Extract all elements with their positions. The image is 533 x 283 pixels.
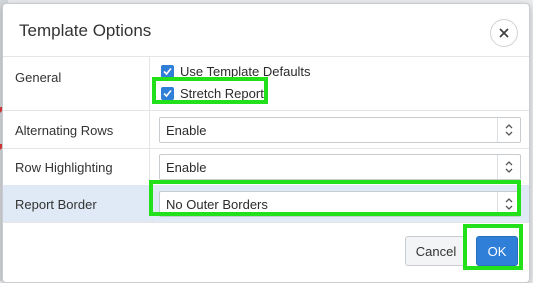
- row-highlighting-label: Row Highlighting: [15, 160, 113, 175]
- general-row: General Use Template Defaults Stretch Re…: [3, 56, 529, 111]
- column-divider: [149, 111, 150, 148]
- template-options-dialog: Template Options General Use Template De…: [2, 3, 530, 283]
- report-border-row: Report Border No Outer Borders: [3, 185, 529, 223]
- alternating-rows-select[interactable]: Enable: [159, 117, 521, 143]
- cancel-button[interactable]: Cancel: [405, 236, 467, 266]
- alternating-rows-value: Enable: [166, 123, 207, 138]
- row-highlighting-select[interactable]: Enable: [159, 154, 521, 180]
- select-arrows-icon: [497, 155, 520, 179]
- use-template-defaults-checkbox[interactable]: Use Template Defaults: [161, 64, 311, 79]
- report-border-select[interactable]: No Outer Borders: [159, 191, 521, 217]
- close-button[interactable]: [490, 19, 518, 47]
- checkbox-checked-icon: [161, 65, 174, 78]
- close-icon: [499, 28, 509, 38]
- row-highlighting-row: Row Highlighting Enable: [3, 148, 529, 186]
- dialog-titlebar: Template Options: [3, 4, 529, 57]
- stretch-report-checkbox[interactable]: Stretch Report: [161, 86, 264, 101]
- alternating-rows-row: Alternating Rows Enable: [3, 111, 529, 149]
- select-arrows-icon: [497, 118, 520, 142]
- general-label: General: [15, 70, 62, 85]
- column-divider: [149, 148, 150, 185]
- column-divider: [149, 185, 150, 222]
- report-border-value: No Outer Borders: [166, 197, 268, 212]
- report-border-label: Report Border: [15, 197, 97, 212]
- use-template-defaults-label: Use Template Defaults: [180, 64, 311, 79]
- dialog-title: Template Options: [19, 21, 152, 40]
- stretch-report-label: Stretch Report: [180, 86, 264, 101]
- select-arrows-icon: [497, 192, 520, 216]
- alternating-rows-label: Alternating Rows: [15, 123, 114, 138]
- row-highlighting-value: Enable: [166, 160, 207, 175]
- checkbox-checked-icon: [161, 87, 174, 100]
- ok-button[interactable]: OK: [476, 236, 518, 266]
- column-divider: [149, 56, 150, 110]
